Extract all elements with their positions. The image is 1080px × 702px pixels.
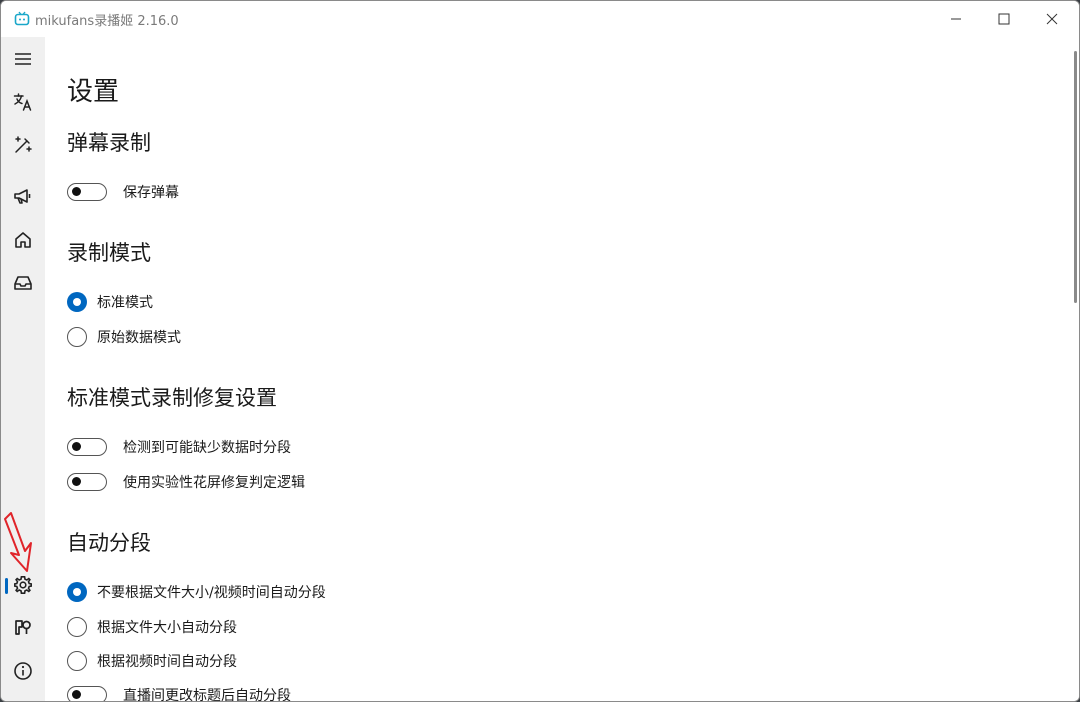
sidebar-item-language[interactable]: [1, 84, 45, 120]
radio-button[interactable]: [67, 292, 87, 312]
toggle-label: 使用实验性花屏修复判定逻辑: [123, 475, 305, 491]
split-on-title-change-toggle[interactable]: 直播间更改标题后自动分段: [67, 683, 291, 701]
radio-button[interactable]: [67, 582, 87, 602]
experimental-glitch-fix-toggle[interactable]: 使用实验性花屏修复判定逻辑: [67, 470, 305, 494]
radio-label: 不要根据文件大小/视频时间自动分段: [97, 585, 326, 601]
app-window: mikufans录播姬 2.16.0 设置 弹幕录制 保存弹幕 录制模式 标准模…: [0, 0, 1080, 702]
section-record-mode-title: 录制模式: [67, 241, 151, 265]
toggle-switch[interactable]: [67, 686, 107, 701]
radio-label: 标准模式: [97, 295, 153, 311]
toggle-switch[interactable]: [67, 473, 107, 491]
radio-split-by-size[interactable]: 根据文件大小自动分段: [67, 615, 237, 639]
section-standard-fix-title: 标准模式录制修复设置: [67, 386, 277, 410]
info-icon: [13, 661, 33, 681]
title-bar[interactable]: mikufans录播姬 2.16.0: [1, 1, 1079, 37]
minimize-icon: [950, 10, 962, 29]
close-icon: [1046, 10, 1058, 29]
tv-icon: [14, 11, 30, 27]
radio-button[interactable]: [67, 327, 87, 347]
section-danmaku-title: 弹幕录制: [67, 131, 151, 155]
toggle-switch[interactable]: [67, 183, 107, 201]
log-icon: [13, 617, 33, 637]
sidebar-item-home[interactable]: [1, 222, 45, 258]
annotation-arrow-icon: [1, 509, 41, 583]
megaphone-icon: [13, 186, 33, 206]
nav-sidebar: [1, 37, 45, 701]
translate-icon: [13, 92, 33, 112]
hamburger-menu-icon: [14, 50, 32, 68]
split-on-missing-data-toggle[interactable]: 检测到可能缺少数据时分段: [67, 435, 291, 459]
save-danmaku-toggle[interactable]: 保存弹幕: [67, 180, 179, 204]
magic-wand-icon: [13, 135, 33, 155]
radio-label: 根据文件大小自动分段: [97, 620, 237, 636]
minimize-button[interactable]: [933, 1, 979, 37]
inbox-icon: [13, 273, 33, 293]
radio-standard-mode[interactable]: 标准模式: [67, 290, 153, 314]
sidebar-item-tools[interactable]: [1, 127, 45, 163]
scrollbar[interactable]: [1074, 51, 1077, 303]
sidebar-item-rooms[interactable]: [1, 265, 45, 301]
radio-label: 原始数据模式: [97, 330, 181, 346]
radio-button[interactable]: [67, 651, 87, 671]
toggle-label: 检测到可能缺少数据时分段: [123, 440, 291, 456]
settings-content[interactable]: 设置 弹幕录制 保存弹幕 录制模式 标准模式 原始数据模式 标准模式录制修复设置…: [45, 37, 1079, 701]
maximize-icon: [998, 10, 1010, 29]
sidebar-item-announcement[interactable]: [1, 178, 45, 214]
section-auto-split-title: 自动分段: [67, 531, 151, 555]
toggle-switch[interactable]: [67, 438, 107, 456]
page-title: 设置: [67, 77, 120, 107]
maximize-button[interactable]: [981, 1, 1027, 37]
sidebar-item-logs[interactable]: [1, 609, 45, 645]
radio-button[interactable]: [67, 617, 87, 637]
radio-split-by-time[interactable]: 根据视频时间自动分段: [67, 649, 237, 673]
home-icon: [13, 230, 33, 250]
sidebar-item-about[interactable]: [1, 653, 45, 689]
toggle-label: 保存弹幕: [123, 185, 179, 201]
toggle-label: 直播间更改标题后自动分段: [123, 688, 291, 701]
radio-label: 根据视频时间自动分段: [97, 654, 237, 670]
radio-no-auto-split[interactable]: 不要根据文件大小/视频时间自动分段: [67, 580, 326, 604]
window-title: mikufans录播姬 2.16.0: [35, 14, 179, 29]
sidebar-item-menu[interactable]: [1, 41, 45, 77]
close-button[interactable]: [1029, 1, 1075, 37]
radio-raw-data-mode[interactable]: 原始数据模式: [67, 325, 181, 349]
